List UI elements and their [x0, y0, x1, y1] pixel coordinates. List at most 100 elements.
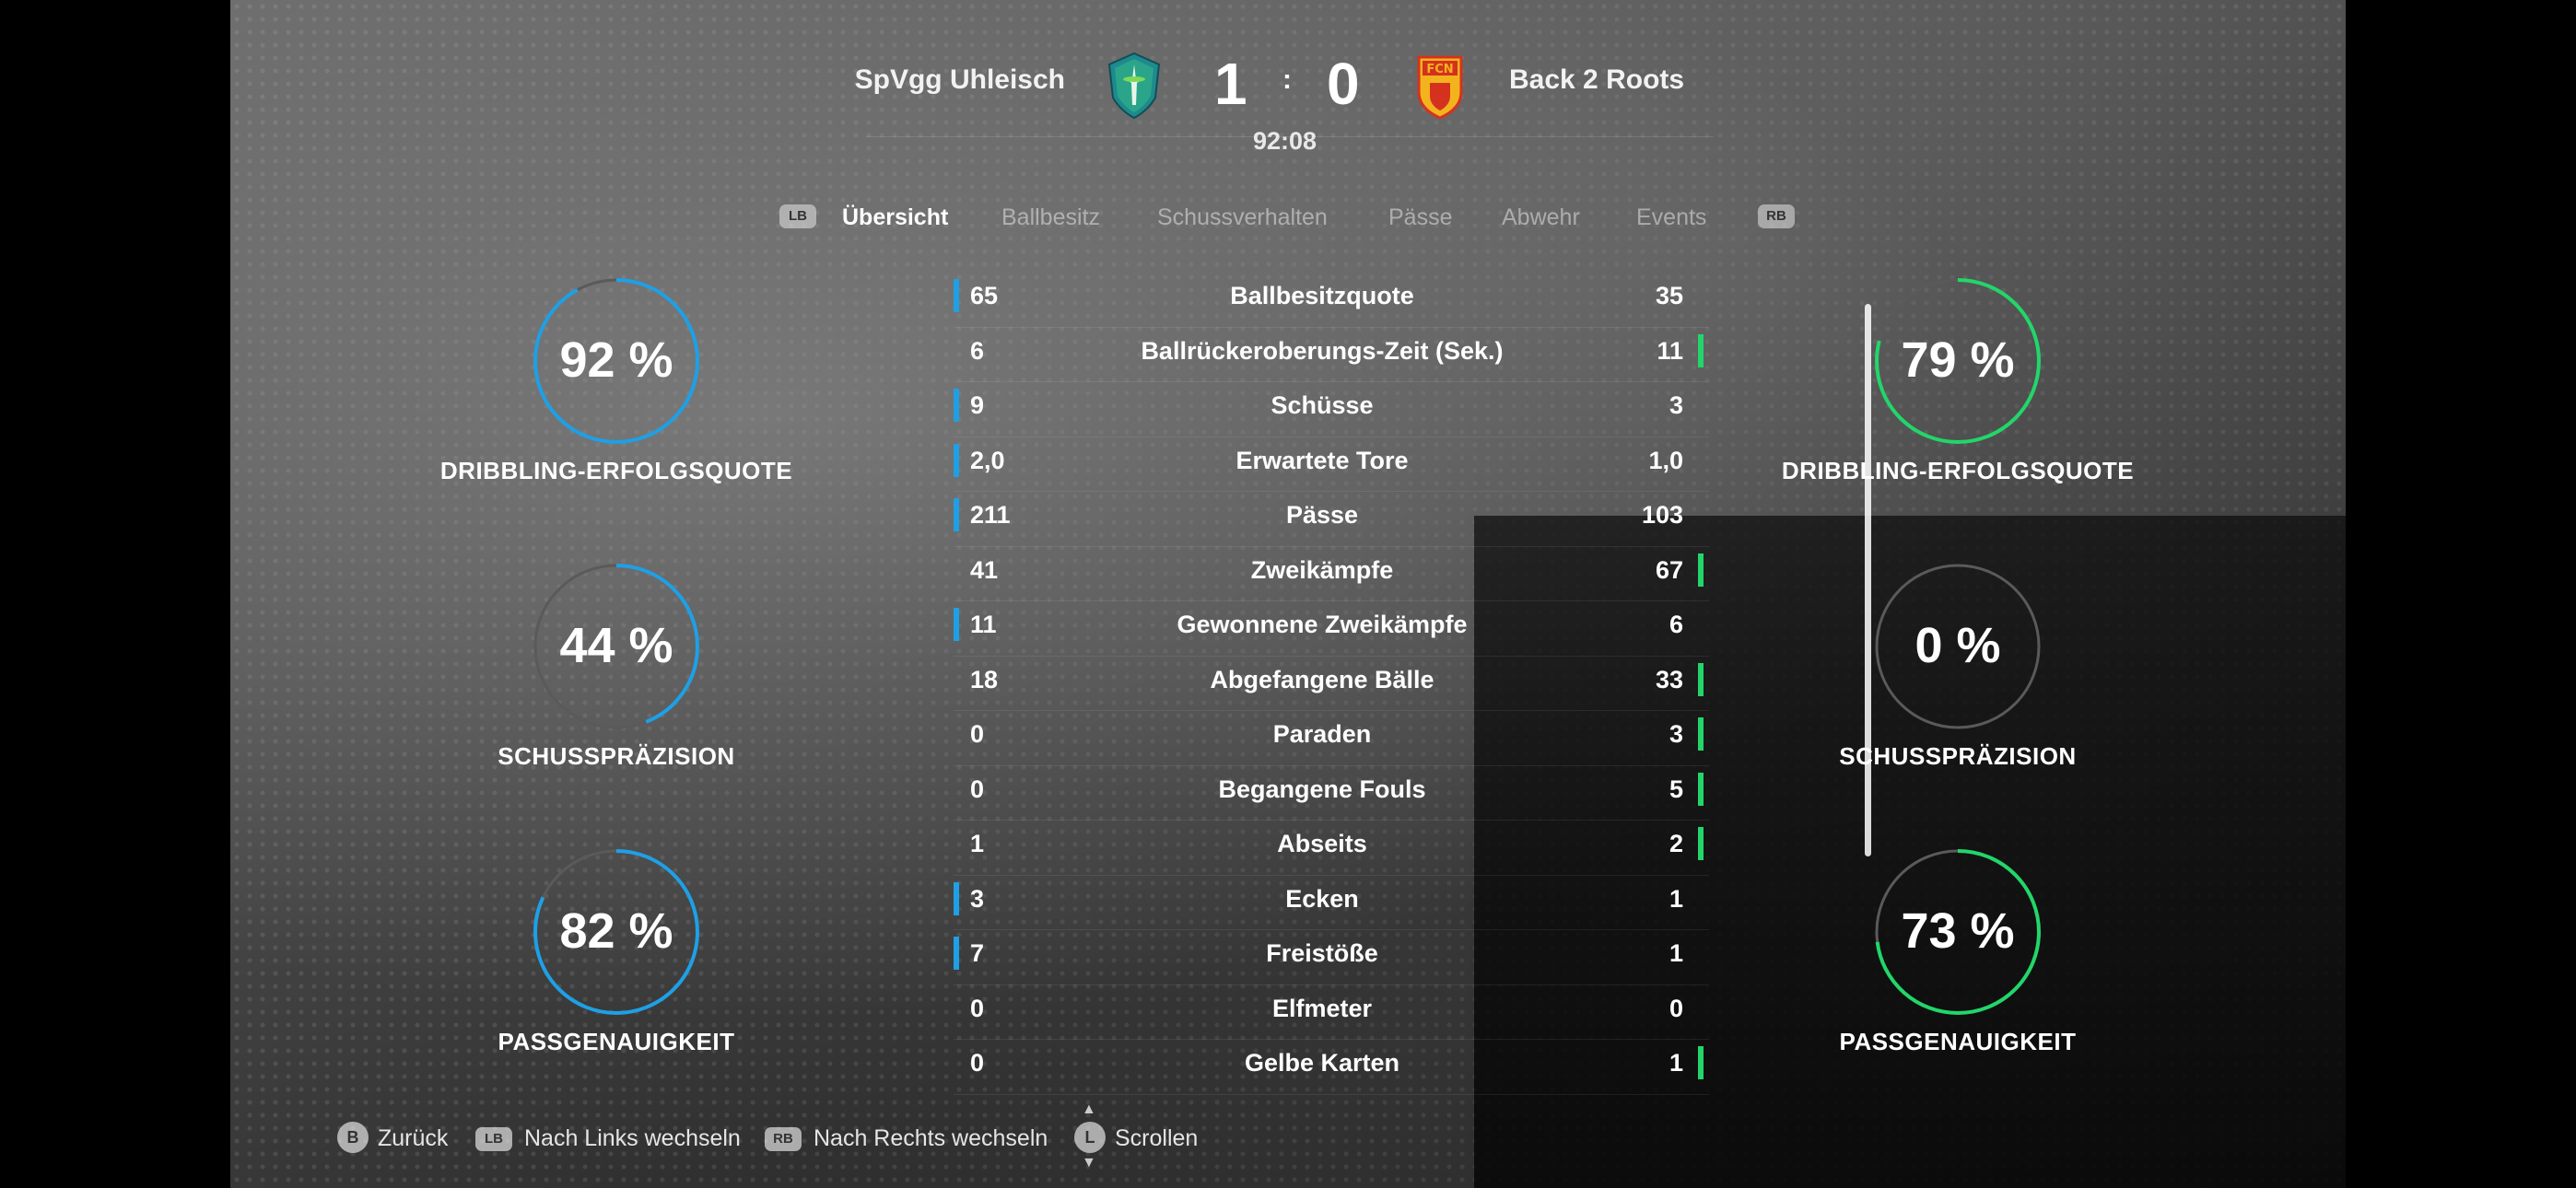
lb-button-icon[interactable]: LB: [779, 204, 816, 228]
tab-schussverhalten[interactable]: Schussverhalten: [1157, 204, 1328, 231]
tab-events[interactable]: Events: [1636, 204, 1706, 231]
stat-home-value: 0: [970, 775, 985, 803]
stat-label: Begangene Fouls: [1218, 775, 1426, 803]
away-ring-pass-accuracy: 73 % PASSGENAUIGKEIT: [1774, 847, 2142, 1087]
tab-paesse[interactable]: Pässe: [1388, 204, 1452, 231]
tab-abwehr[interactable]: Abwehr: [1502, 204, 1580, 231]
home-team-name: SpVgg Uhleisch: [854, 64, 1065, 95]
stats-scrollbar[interactable]: [1865, 304, 1871, 856]
stat-home-value: 3: [970, 884, 985, 913]
home-lead-marker: [954, 608, 959, 641]
b-button-icon[interactable]: B: [337, 1122, 369, 1153]
stat-row: 18 Abgefangene Bälle 33: [954, 657, 1709, 711]
stat-label: Abseits: [1277, 830, 1367, 857]
scroll-hint-label[interactable]: Scrollen: [1115, 1125, 1198, 1152]
button-hints: B Zurück LB Nach Links wechseln RB Nach …: [230, 1101, 2346, 1171]
stat-row: 0 Paraden 3: [954, 711, 1709, 766]
away-pass-accuracy-value: 73 %: [1901, 903, 2015, 959]
stat-home-value: 41: [970, 555, 999, 584]
stat-label: Gelbe Karten: [1244, 1049, 1400, 1077]
stat-home-value: 7: [970, 939, 985, 967]
stat-label: Paraden: [1272, 720, 1372, 748]
stat-label: Ballrückeroberungs-Zeit (Sek.): [1141, 336, 1504, 365]
stat-label: Schüsse: [1270, 391, 1374, 419]
stat-label: Zweikämpfe: [1250, 555, 1394, 584]
stat-away-value: 6: [1669, 611, 1683, 638]
scoreboard-divider: [866, 136, 1714, 137]
l-stick-icon[interactable]: L: [1074, 1122, 1106, 1153]
stat-row: 0 Begangene Fouls 5: [954, 766, 1709, 821]
stat-home-value: 6: [970, 336, 985, 365]
away-lead-marker: [1698, 662, 1704, 696]
stat-row: 7 Freistöße 1: [954, 930, 1709, 985]
scroll-down-arrow-icon: ▼: [1082, 1155, 1096, 1171]
stat-row: 211 Pässe 103: [954, 492, 1709, 547]
home-ring-dribbling: 92 % DRIBBLING-ERFOLGSQUOTE: [432, 276, 801, 516]
home-ring-shot-accuracy: 44 % SCHUSSPRÄZISION: [432, 562, 801, 801]
stat-away-value: 35: [1655, 282, 1683, 309]
away-dribbling-label: DRIBBLING-ERFOLGSQUOTE: [1781, 457, 2135, 484]
stat-away-value: 3: [1669, 391, 1683, 419]
stat-home-value: 9: [970, 391, 985, 419]
rb-button-icon[interactable]: RB: [1758, 204, 1795, 228]
away-lead-marker: [1698, 333, 1704, 367]
tab-ballbesitz[interactable]: Ballbesitz: [1001, 204, 1100, 231]
home-pass-accuracy-label: PASSGENAUIGKEIT: [498, 1028, 735, 1055]
home-lead-marker: [954, 389, 959, 422]
stat-row: 2,0 Erwartete Tore 1,0: [954, 437, 1709, 492]
home-lead-marker: [954, 881, 959, 915]
back-hint-label[interactable]: Zurück: [378, 1125, 448, 1152]
lb-hint-button-icon[interactable]: LB: [475, 1127, 512, 1151]
home-lead-marker: [954, 498, 959, 531]
away-dribbling-value: 79 %: [1901, 332, 2015, 388]
away-lead-marker: [1698, 772, 1704, 806]
stat-home-value: 211: [970, 501, 1011, 529]
stat-home-value: 2,0: [970, 446, 1005, 474]
stat-away-value: 103: [1641, 501, 1683, 529]
stat-row: 6 Ballrückeroberungs-Zeit (Sek.) 11: [954, 328, 1709, 382]
away-pass-accuracy-label: PASSGENAUIGKEIT: [1839, 1028, 2077, 1055]
stat-away-value: 33: [1655, 665, 1683, 693]
scoreboard: SpVgg Uhleisch 1 : 0 FCN Back 2 Roots 92…: [230, 46, 2346, 166]
home-ring-pass-accuracy: 82 % PASSGENAUIGKEIT: [432, 847, 801, 1087]
stat-label: Elfmeter: [1271, 994, 1373, 1022]
stat-home-value: 18: [970, 665, 999, 693]
home-lead-marker: [954, 937, 959, 970]
stat-row: 3 Ecken 1: [954, 876, 1709, 930]
stats-tabs: LB Übersicht Ballbesitz Schussverhalten …: [230, 203, 2346, 249]
stat-away-value: 1: [1669, 1049, 1683, 1077]
stat-row: 0 Gelbe Karten 1: [954, 1040, 1709, 1095]
stat-row: 0 Elfmeter 0: [954, 985, 1709, 1040]
home-pass-accuracy-value: 82 %: [559, 903, 673, 959]
stat-label: Ballbesitzquote: [1230, 282, 1414, 309]
stat-away-value: 1: [1669, 939, 1683, 967]
stat-home-value: 0: [970, 720, 985, 748]
tab-uebersicht[interactable]: Übersicht: [842, 204, 948, 231]
away-crest-icon: FCN: [1417, 55, 1463, 120]
away-ring-shot-accuracy: 0 % SCHUSSPRÄZISION: [1774, 562, 2142, 801]
lb-hint-label[interactable]: Nach Links wechseln: [524, 1125, 741, 1152]
away-score: 0: [1327, 51, 1360, 117]
stat-row: 65 Ballbesitzquote 35: [954, 273, 1709, 328]
match-stats-screen: SpVgg Uhleisch 1 : 0 FCN Back 2 Roots 92…: [230, 0, 2346, 1188]
stat-label: Ecken: [1285, 884, 1359, 913]
rb-hint-label[interactable]: Nach Rechts wechseln: [814, 1125, 1048, 1152]
home-dribbling-value: 92 %: [559, 332, 673, 388]
away-shot-accuracy-label: SCHUSSPRÄZISION: [1839, 742, 2077, 770]
stat-label: Freistöße: [1266, 939, 1378, 967]
home-dribbling-label: DRIBBLING-ERFOLGSQUOTE: [439, 457, 793, 484]
away-team-name: Back 2 Roots: [1509, 64, 1685, 95]
stat-row: 11 Gewonnene Zweikämpfe 6: [954, 601, 1709, 657]
stat-away-value: 1: [1669, 884, 1683, 913]
stat-row: 41 Zweikämpfe 67: [954, 547, 1709, 601]
stat-away-value: 3: [1669, 720, 1683, 748]
rb-hint-button-icon[interactable]: RB: [765, 1127, 802, 1151]
away-lead-marker: [1698, 1046, 1704, 1079]
stat-row: 9 Schüsse 3: [954, 382, 1709, 437]
stat-away-value: 2: [1669, 830, 1683, 857]
home-score: 1: [1214, 51, 1247, 117]
stats-table[interactable]: 65 Ballbesitzquote 35 6 Ballrückeroberungs-Z…: [954, 273, 1709, 1095]
stat-away-value: 67: [1655, 555, 1683, 584]
stat-home-value: 0: [970, 1049, 985, 1077]
stat-label: Erwartete Tore: [1235, 446, 1409, 474]
